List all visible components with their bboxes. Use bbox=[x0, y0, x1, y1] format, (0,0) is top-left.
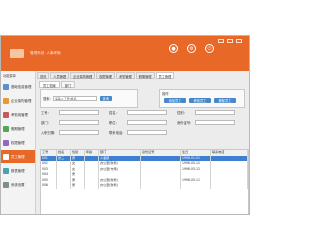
nav-tab[interactable]: 企业架构管理 bbox=[70, 72, 96, 79]
clock-icon bbox=[3, 111, 9, 118]
logo-icon bbox=[10, 49, 24, 58]
table-cell: 男 bbox=[71, 183, 85, 189]
sidebar-item-label: 假期管理 bbox=[11, 127, 25, 131]
sidebar-item[interactable]: 权限管理 bbox=[1, 136, 35, 149]
field-label: 部门: bbox=[41, 121, 49, 125]
field-label: 入职日期: bbox=[41, 131, 56, 135]
search-button[interactable]: 查询 bbox=[99, 96, 112, 101]
field-input[interactable] bbox=[59, 130, 99, 135]
form-field: 职位: bbox=[109, 120, 167, 125]
nav-tab[interactable]: 考勤管理 bbox=[116, 72, 135, 79]
form-tab[interactable]: 员工档案 bbox=[39, 81, 60, 88]
settings-icon[interactable]: ⚙ bbox=[187, 44, 196, 53]
table-cell bbox=[141, 183, 181, 189]
sidebar-item[interactable]: 系统设置 bbox=[1, 178, 35, 191]
form-field: 工号: bbox=[41, 110, 99, 115]
minimize-button[interactable] bbox=[218, 39, 224, 43]
nav-tab[interactable]: 员工管理 bbox=[155, 72, 175, 79]
sidebar-item[interactable]: 基础信息管理 bbox=[1, 80, 35, 93]
org-icon bbox=[3, 97, 9, 104]
field-input[interactable] bbox=[195, 120, 235, 125]
main-content: 首页 人员管理 企业架构管理 权限管理 考勤管理 假期管理 员工管理 员工档案 部门 搜索: … bbox=[37, 72, 249, 214]
field-label: 工号: bbox=[41, 111, 49, 115]
form-tab[interactable]: 部门 bbox=[60, 81, 76, 88]
sidebar-item-label: 权限管理 bbox=[11, 141, 25, 145]
field-input[interactable] bbox=[59, 120, 99, 125]
form-field: 身份证号: bbox=[177, 120, 235, 125]
sidebar-title: 功能菜单 bbox=[3, 74, 16, 78]
sidebar-item-label: 系统设置 bbox=[11, 183, 25, 187]
operations-panel: 操作 添加员工 修改员工 删除员工 bbox=[159, 89, 245, 108]
sidebar-item[interactable]: 企业架构管理 bbox=[1, 94, 35, 107]
nav-tab[interactable]: 人员管理 bbox=[50, 72, 70, 79]
form-field: 姓名: bbox=[109, 110, 167, 115]
table-cell: 办公室(财务) bbox=[99, 183, 141, 189]
table-cell bbox=[181, 183, 211, 189]
table-row[interactable]: 006 男 办公室(财务) bbox=[41, 183, 248, 189]
power-icon[interactable]: ⏻ bbox=[205, 44, 214, 53]
app-window: 管理系统 人事考勤 ● ⚙ ⏻ 功能菜单 基础信息管理 企业架构管理 考勤用管理 假期… bbox=[0, 35, 250, 215]
field-input[interactable] bbox=[127, 130, 167, 135]
search-input[interactable]: 请输入工号/姓名 bbox=[52, 96, 97, 101]
report-icon bbox=[3, 167, 9, 174]
nav-tab[interactable]: 权限管理 bbox=[96, 72, 115, 79]
maximize-button[interactable] bbox=[227, 39, 233, 43]
operation-button[interactable]: 删除员工 bbox=[214, 98, 236, 103]
field-label: 身份证号: bbox=[177, 121, 192, 125]
gear-icon bbox=[3, 181, 9, 188]
window-controls bbox=[218, 39, 242, 43]
operations-label: 操作 bbox=[162, 92, 169, 96]
sidebar: 功能菜单 基础信息管理 企业架构管理 考勤用管理假期管理权限管理员工管理报表管理系统… bbox=[1, 71, 36, 214]
sidebar-item-label: 考勤用管理 bbox=[11, 113, 28, 117]
top-toolbar: ● ⚙ ⏻ bbox=[169, 44, 214, 53]
sidebar-item-label: 企业架构管理 bbox=[11, 99, 32, 103]
sidebar-item-label: 报表管理 bbox=[11, 169, 25, 173]
field-input[interactable] bbox=[127, 120, 167, 125]
operation-button[interactable]: 添加员工 bbox=[164, 98, 186, 103]
sidebar-item[interactable]: 假期管理 bbox=[1, 122, 35, 135]
search-panel: 搜索: 请输入工号/姓名 查询 bbox=[40, 89, 138, 108]
nav-tab[interactable]: 首页 bbox=[37, 72, 50, 79]
table-cell bbox=[57, 183, 71, 189]
table-cell bbox=[85, 183, 99, 189]
close-button[interactable] bbox=[236, 39, 242, 43]
sidebar-item-label: 员工管理 bbox=[11, 155, 25, 159]
field-input[interactable] bbox=[195, 110, 235, 115]
user-icon bbox=[3, 153, 9, 160]
field-label: 性别: bbox=[177, 111, 185, 115]
calendar-icon bbox=[3, 125, 9, 132]
form-tabs: 员工档案 部门 bbox=[39, 81, 76, 88]
brand: 管理系统 人事考勤 bbox=[30, 50, 90, 57]
form-field: 入职日期: bbox=[41, 130, 99, 135]
field-input[interactable] bbox=[127, 110, 167, 115]
field-label: 姓名: bbox=[109, 111, 117, 115]
sidebar-item[interactable]: 报表管理 bbox=[1, 164, 35, 177]
sidebar-item[interactable]: 员工管理 bbox=[1, 150, 35, 163]
title-bar: 管理系统 人事考勤 ● ⚙ ⏻ bbox=[1, 36, 249, 71]
sidebar-item-label: 基础信息管理 bbox=[11, 85, 32, 89]
form-field: 联系电话: bbox=[109, 130, 167, 135]
form-field: 部门: bbox=[41, 120, 99, 125]
brand-name: 管理系统 bbox=[30, 51, 45, 55]
table-cell bbox=[211, 183, 248, 189]
field-label: 职位: bbox=[109, 121, 117, 125]
brand-subtitle: 人事考勤 bbox=[46, 51, 61, 55]
field-input[interactable] bbox=[59, 110, 99, 115]
form-field: 性别: bbox=[177, 110, 235, 115]
field-label: 联系电话: bbox=[109, 131, 124, 135]
nav-tabs: 首页 人员管理 企业架构管理 权限管理 考勤管理 假期管理 员工管理 bbox=[37, 72, 175, 79]
table-cell: 006 bbox=[41, 183, 57, 189]
info-icon bbox=[3, 83, 9, 90]
employee-table: 工号 姓名 性别 年龄 部门 身份证号 生日 联系电话 001 张三男人事部 1996-01-01… bbox=[40, 149, 249, 214]
sidebar-item[interactable]: 考勤用管理 bbox=[1, 108, 35, 121]
nav-tab[interactable]: 假期管理 bbox=[135, 72, 155, 79]
lock-icon bbox=[3, 139, 9, 146]
search-label: 搜索: bbox=[43, 97, 51, 101]
operation-button[interactable]: 修改员工 bbox=[189, 98, 211, 103]
user-icon[interactable]: ● bbox=[169, 44, 178, 53]
